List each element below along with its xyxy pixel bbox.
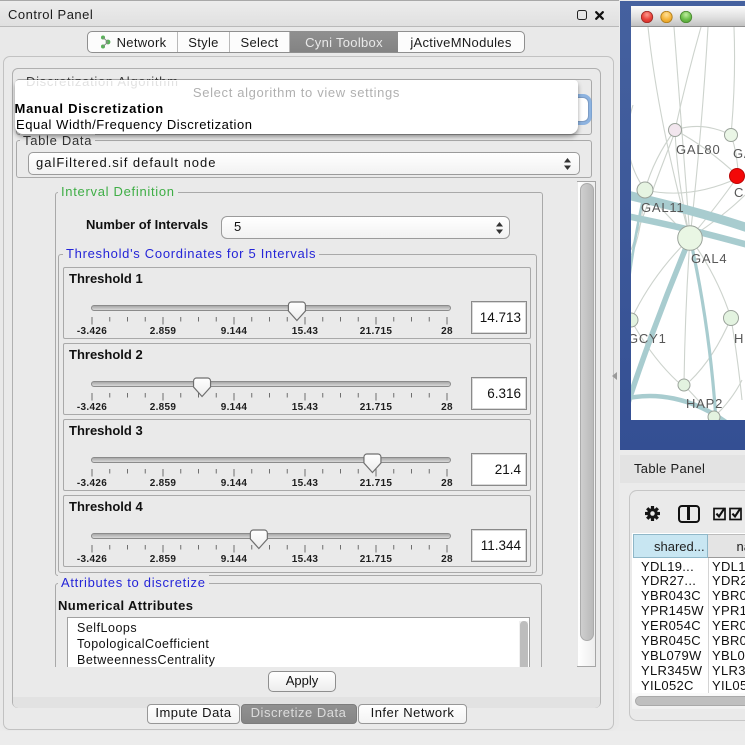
svg-text:HAP2: HAP2 [686, 396, 723, 411]
svg-text:GAL80: GAL80 [676, 142, 720, 157]
svg-text:C: C [734, 185, 744, 200]
svg-text:H: H [734, 331, 744, 346]
svg-text:GAL11: GAL11 [641, 200, 685, 215]
svg-text:GA: GA [733, 146, 745, 161]
svg-text:GCY1: GCY1 [631, 331, 667, 346]
svg-text:GAL4: GAL4 [691, 251, 727, 266]
